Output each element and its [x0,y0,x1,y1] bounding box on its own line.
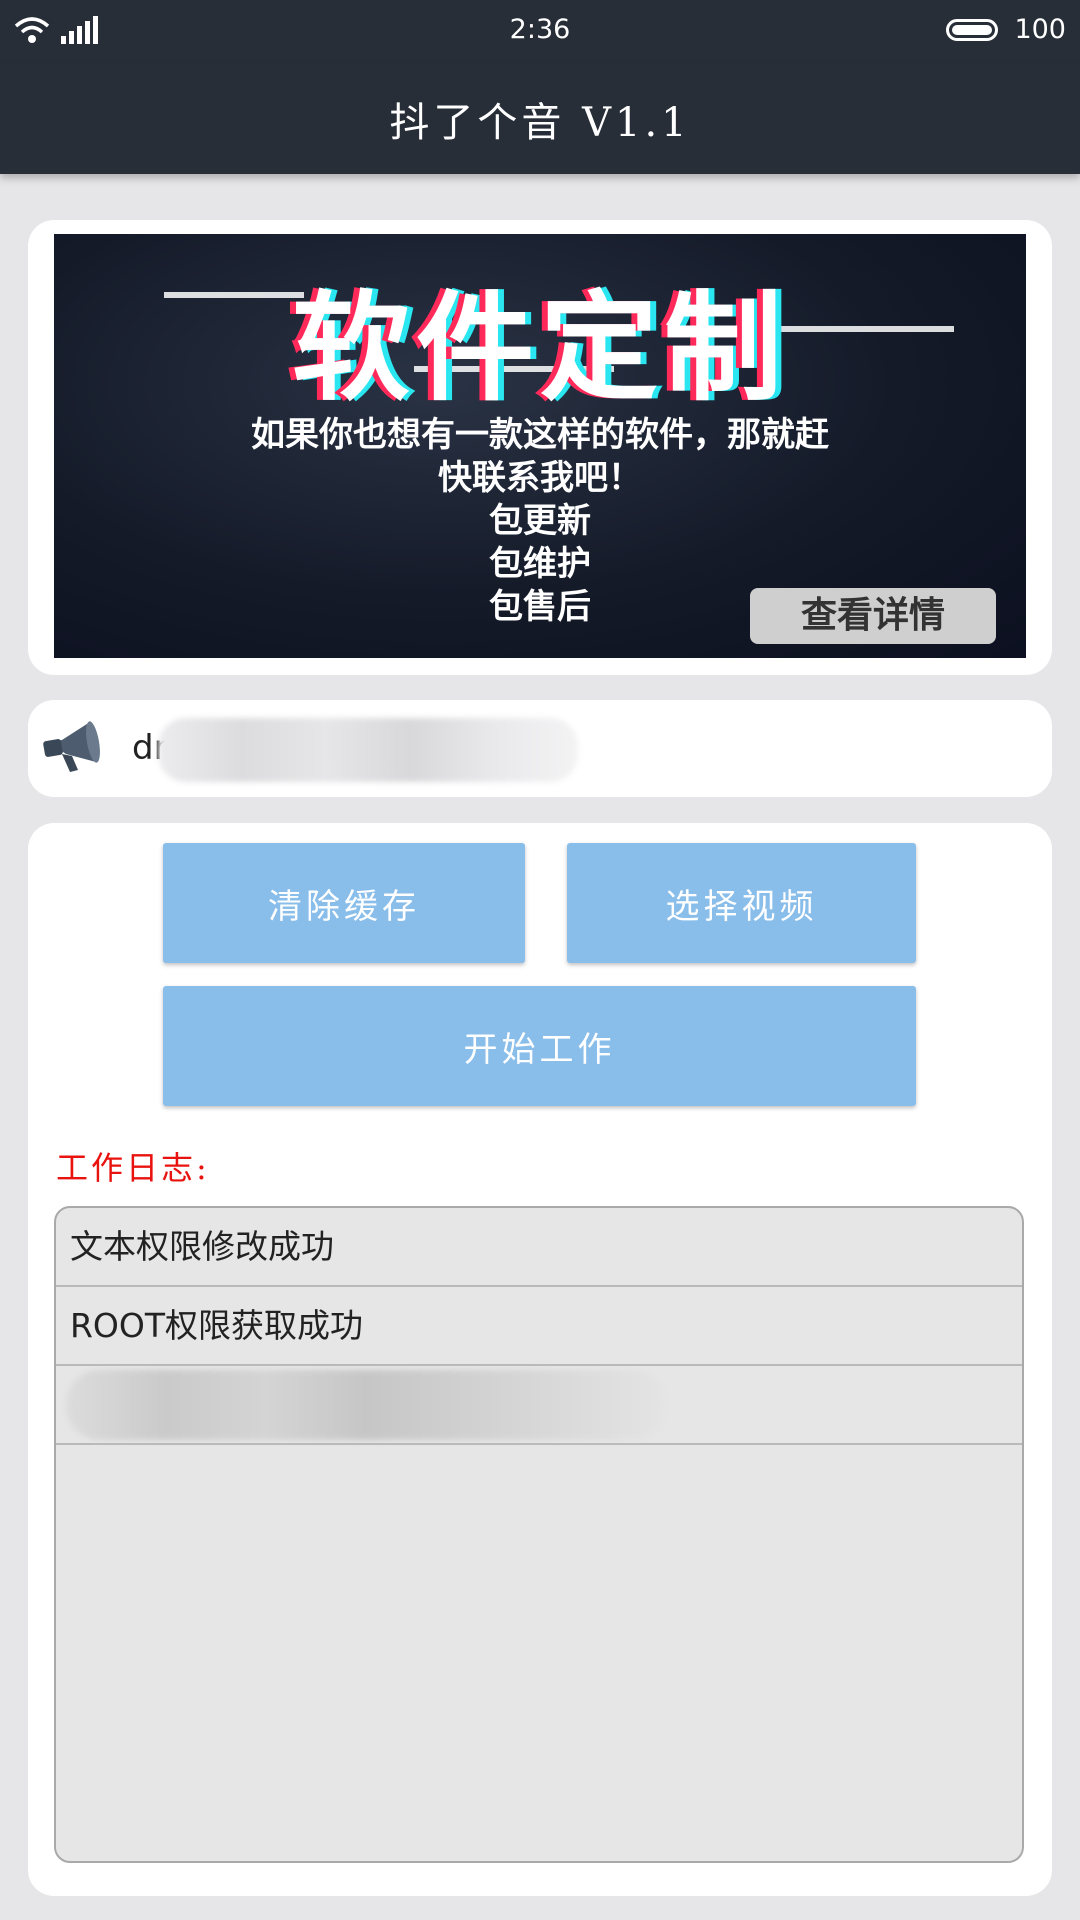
ad-banner[interactable]: 软件定制 如果你也想有一款这样的软件，那就赶 快联系我吧！ 包更新 包维护 包售… [54,234,1026,658]
log-entry-text: ROOT权限获取成功 [70,1306,364,1345]
status-bar: 2:36 100 [0,0,1080,64]
banner-line: 如果你也想有一款这样的软件，那就赶 [251,415,829,455]
banner-line: 包更新 [489,501,591,541]
log-list[interactable]: 文本权限修改成功 ROOT权限获取成功 [54,1206,1024,1863]
banner-card: 软件定制 如果你也想有一款这样的软件，那就赶 快联系我吧！ 包更新 包维护 包售… [28,220,1052,675]
start-work-button[interactable]: 开始工作 [163,986,916,1106]
battery-level: 100 [1014,14,1066,45]
status-time: 2:36 [509,14,571,45]
redacted-text [158,718,578,782]
clear-cache-button[interactable]: 清除缓存 [163,843,525,963]
select-video-button[interactable]: 选择视频 [567,843,916,963]
main-card: 清除缓存 选择视频 开始工作 工作日志: 文本权限修改成功 ROOT权限获取成功 [28,823,1052,1896]
megaphone-icon [43,721,100,772]
status-icons-right: 100 [946,14,1066,45]
notice-card: drinks [28,700,1052,797]
log-entry-text: 文本权限修改成功 [70,1227,334,1266]
view-details-button[interactable]: 查看详情 [750,588,996,644]
battery-icon [946,18,999,41]
log-label: 工作日志: [56,1149,210,1187]
app-title: 抖了个音 V1.1 [389,100,691,146]
log-entry [56,1366,1022,1445]
banner-line: 快联系我吧！ [438,458,642,498]
select-video-label: 选择视频 [665,886,818,927]
log-entry: ROOT权限获取成功 [56,1287,1022,1366]
start-work-label: 开始工作 [463,1029,616,1070]
clear-cache-label: 清除缓存 [268,886,420,927]
redacted-text [66,1370,666,1440]
log-entry: 文本权限修改成功 [56,1208,1022,1287]
app-title-bar: 抖了个音 V1.1 [0,64,1080,174]
banner-title: 软件定制 [291,279,788,417]
banner-line: 包维护 [489,544,591,584]
